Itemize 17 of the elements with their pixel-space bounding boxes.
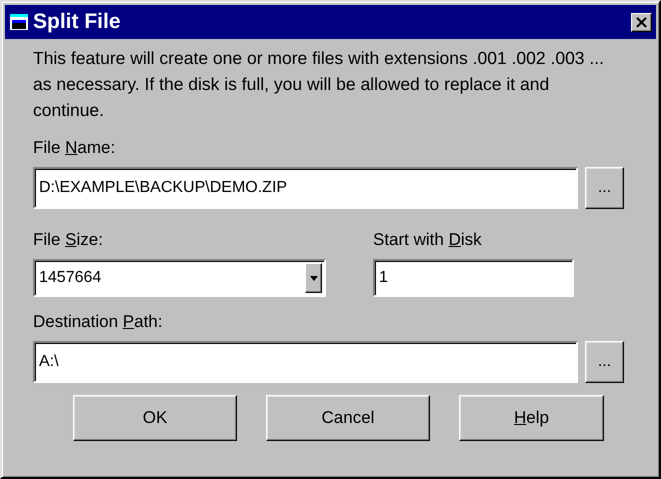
field-label: File Name: <box>33 137 116 159</box>
dialog-button[interactable]: OK <box>73 395 237 441</box>
input-field[interactable]: 1 <box>373 259 574 297</box>
dropdown-field[interactable]: 1457664 <box>33 259 326 297</box>
input-field[interactable]: D:\EXAMPLE\BACKUP\DEMO.ZIP <box>33 167 578 209</box>
browse-button[interactable]: ... <box>585 341 624 383</box>
window-icon <box>10 14 28 30</box>
dialog-button[interactable]: Help <box>459 395 604 441</box>
field-label: File Size: <box>33 229 104 251</box>
close-button[interactable]: × <box>631 12 652 32</box>
browse-button[interactable]: ... <box>585 167 624 209</box>
field-label: Destination Path: <box>33 311 164 333</box>
dialog-button[interactable]: Cancel <box>266 395 430 441</box>
description-text: This feature will create one or more files with extensions .001 .002 .003 ... as necessary. If the disk is full, you will be allowed to replace it and continue. <box>33 47 605 122</box>
window-title: Split File <box>33 10 122 34</box>
input-field[interactable]: A:\ <box>33 341 578 383</box>
field-label: Start with Disk <box>373 229 483 251</box>
